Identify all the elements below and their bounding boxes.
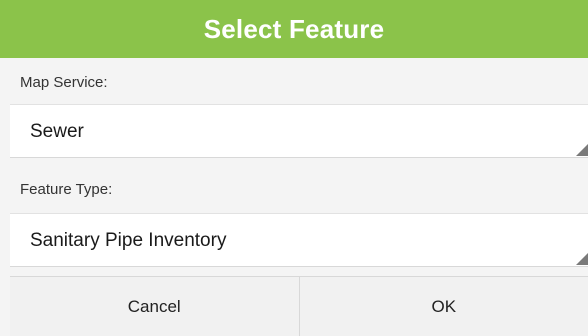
dialog-title-bar: Select Feature xyxy=(0,0,588,58)
cancel-button[interactable]: Cancel xyxy=(10,277,300,336)
dropdown-corner-icon xyxy=(576,253,588,265)
dialog-title: Select Feature xyxy=(203,13,385,44)
select-feature-dialog: Select Feature Map Service: Sewer Featur… xyxy=(0,0,588,336)
ok-button[interactable]: OK xyxy=(300,277,588,336)
feature-type-dropdown[interactable]: Sanitary Pipe Inventory xyxy=(10,213,588,267)
map-service-value: Sewer xyxy=(30,121,84,142)
dialog-button-bar: Cancel OK xyxy=(10,276,588,336)
map-service-dropdown[interactable]: Sewer xyxy=(10,104,588,158)
map-service-label: Map Service: xyxy=(20,74,108,91)
feature-type-value: Sanitary Pipe Inventory xyxy=(30,230,227,251)
dropdown-corner-icon xyxy=(576,144,588,156)
feature-type-label: Feature Type: xyxy=(20,181,113,198)
